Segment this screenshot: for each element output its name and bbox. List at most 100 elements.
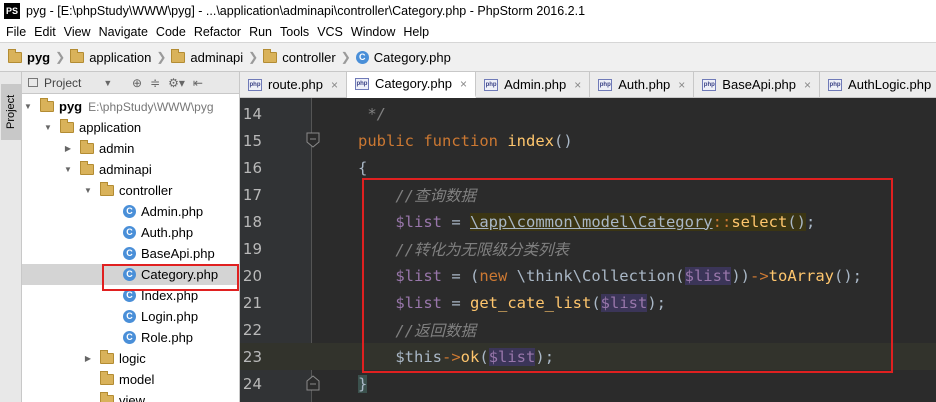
code-text: } (358, 374, 368, 393)
php-class-icon: C (355, 50, 369, 64)
php-class-icon: C (123, 205, 136, 218)
dropdown-arrow-icon: ▼ (103, 77, 113, 88)
collapsed-arrow-icon[interactable]: ▶ (64, 144, 72, 153)
fold-end-marker-icon[interactable] (306, 375, 320, 391)
project-view-selector[interactable]: Project ▼ (28, 76, 128, 90)
menu-file[interactable]: File (0, 25, 30, 39)
tree-item-admin-php[interactable]: C Admin.php (22, 201, 239, 222)
tree-item-login-php[interactable]: C Login.php (22, 306, 239, 327)
window-title: pyg - [E:\phpStudy\WWW\pyg] - ...\applic… (26, 4, 586, 18)
line-number: 19 (242, 239, 262, 258)
close-icon[interactable]: × (804, 78, 811, 92)
folder-icon (60, 119, 74, 133)
chevron-right-icon: ❯ (340, 50, 351, 64)
tree-item-label: admin (99, 141, 135, 156)
folder-icon (171, 48, 186, 63)
expand-arrow-icon[interactable]: ▼ (44, 123, 52, 132)
breadcrumb-pyg[interactable]: pyg (8, 48, 50, 65)
php-file-icon: php (484, 78, 499, 91)
collapse-all-icon[interactable]: ≑ (150, 76, 160, 90)
menu-vcs[interactable]: VCS (313, 25, 347, 39)
expand-arrow-icon[interactable]: ▼ (64, 165, 72, 174)
code-line-15[interactable]: 15 public function index() (240, 127, 936, 154)
menu-bar: File Edit View Navigate Code Refactor Ru… (0, 22, 936, 42)
close-icon[interactable]: × (678, 78, 685, 92)
collapsed-arrow-icon[interactable]: ▶ (84, 354, 92, 363)
close-icon[interactable]: × (460, 77, 467, 91)
folder-icon (100, 371, 114, 385)
tree-item-label: Admin.php (141, 204, 204, 219)
line-number: 17 (242, 185, 262, 204)
tree-item-auth-php[interactable]: C Auth.php (22, 222, 239, 243)
code-line-16[interactable]: 16 { (240, 154, 936, 181)
php-class-icon: C (123, 247, 136, 260)
expand-arrow-icon[interactable]: ▼ (84, 186, 92, 195)
folder-icon (100, 182, 114, 196)
chevron-right-icon: ❯ (248, 50, 259, 64)
line-number: 15 (242, 131, 262, 150)
menu-window[interactable]: Window (347, 25, 399, 39)
tree-item-label: pyg (59, 99, 83, 114)
project-panel-header: Project ▼ ⊕ ≑ ⚙▾ ⇤ (22, 72, 239, 94)
scroll-from-source-icon[interactable]: ⊕ (132, 76, 142, 90)
close-icon[interactable]: × (331, 78, 338, 92)
php-class-icon: C (123, 310, 136, 323)
breadcrumb-label: Category.php (373, 49, 451, 65)
line-number: 23 (242, 347, 262, 366)
breadcrumb-application[interactable]: application (70, 48, 151, 65)
expand-arrow-icon[interactable]: ▼ (24, 102, 32, 111)
php-file-icon: php (248, 78, 262, 91)
code-line-14[interactable]: 14 */ (240, 100, 936, 127)
tab-route-php[interactable]: php route.php × (240, 72, 347, 97)
tab-label: Auth.php (618, 77, 671, 92)
phpstorm-logo-icon: PS (4, 3, 20, 19)
project-tool-tab[interactable]: Project (1, 84, 21, 140)
hide-panel-icon[interactable]: ⇤ (193, 76, 203, 90)
editor-tab-bar: php route.php × php Category.php × php Admin.… (240, 72, 936, 98)
folder-icon (8, 48, 22, 63)
tree-item-adminapi[interactable]: ▼ adminapi (22, 159, 239, 180)
tree-item-view[interactable]: view (22, 390, 239, 402)
project-panel: Project ▼ ⊕ ≑ ⚙▾ ⇤ ▼ pyg E:\phpStudy\WWW\p… (22, 72, 240, 402)
tree-item-controller[interactable]: ▼ controller (22, 180, 239, 201)
php-class-icon: C (123, 331, 136, 344)
tree-item-label: model (119, 372, 155, 387)
tab-auth-php[interactable]: php Auth.php × (590, 72, 695, 97)
tab-admin-php[interactable]: php Admin.php × (476, 72, 591, 97)
line-number: 20 (242, 266, 262, 285)
tree-item-label: application (79, 120, 142, 135)
tree-item-baseapi-php[interactable]: C BaseApi.php (22, 243, 239, 264)
tree-item-role-php[interactable]: C Role.php (22, 327, 239, 348)
tree-item-label: view (119, 393, 146, 402)
code-line-24[interactable]: 24 } (240, 370, 936, 397)
project-panel-title: Project (44, 75, 82, 90)
menu-run[interactable]: Run (245, 25, 276, 39)
breadcrumb-label: adminapi (190, 49, 244, 65)
menu-tools[interactable]: Tools (276, 25, 313, 39)
tree-item-pyg[interactable]: ▼ pyg E:\phpStudy\WWW\pyg (22, 96, 239, 117)
tree-item-application[interactable]: ▼ application (22, 117, 239, 138)
breadcrumb-category-php[interactable]: C Category.php (355, 49, 451, 65)
tree-item-label: adminapi (99, 162, 152, 177)
tree-item-logic[interactable]: ▶ logic (22, 348, 239, 369)
settings-gear-icon[interactable]: ⚙▾ (168, 76, 185, 90)
breadcrumb: pyg ❯ application ❯ adminapi ❯ controlle… (0, 42, 936, 72)
tab-baseapi-php[interactable]: php BaseApi.php × (694, 72, 821, 97)
close-icon[interactable]: × (574, 78, 581, 92)
menu-help[interactable]: Help (399, 25, 433, 39)
tab-category-php[interactable]: php Category.php × (346, 72, 477, 98)
breadcrumb-adminapi[interactable]: adminapi (171, 48, 244, 65)
menu-refactor[interactable]: Refactor (190, 25, 245, 39)
menu-view[interactable]: View (60, 25, 95, 39)
menu-navigate[interactable]: Navigate (95, 25, 152, 39)
fold-marker-icon[interactable] (306, 132, 320, 148)
tree-item-model[interactable]: model (22, 369, 239, 390)
menu-edit[interactable]: Edit (30, 25, 60, 39)
tab-authlogic-php[interactable]: php AuthLogic.php (820, 72, 936, 97)
project-view-icon (28, 78, 38, 87)
menu-code[interactable]: Code (152, 25, 190, 39)
breadcrumb-controller[interactable]: controller (263, 48, 336, 65)
code-text: { (358, 158, 368, 177)
php-class-icon: C (123, 226, 136, 239)
tree-item-admin[interactable]: ▶ admin (22, 138, 239, 159)
